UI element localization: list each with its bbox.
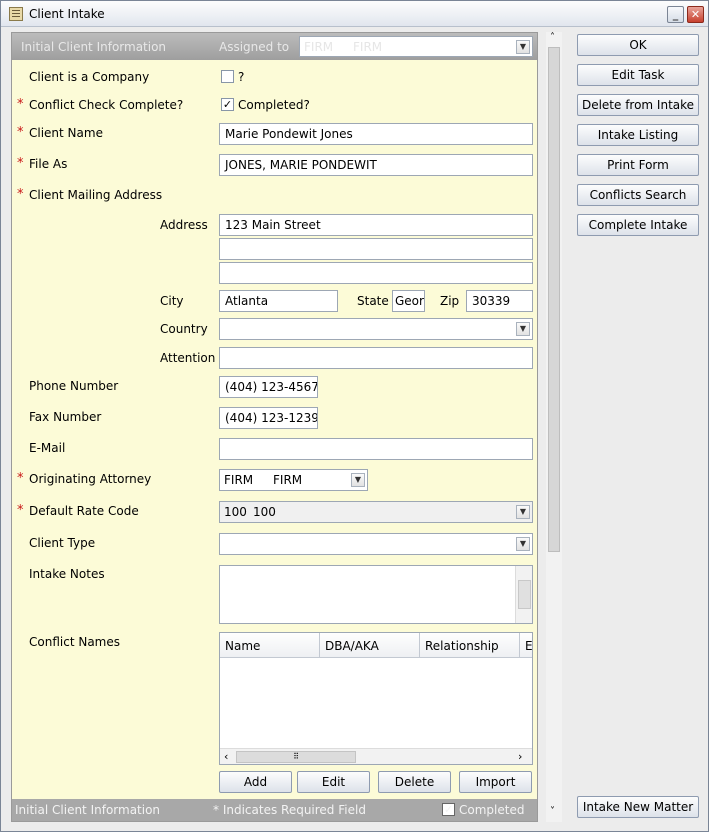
required-field-note: * Indicates Required Field — [213, 803, 366, 817]
state-input[interactable]: Geor — [392, 290, 425, 312]
edit-task-button[interactable]: Edit Task — [577, 64, 699, 86]
close-button[interactable]: ✕ — [687, 6, 704, 23]
required-mark: * — [17, 97, 24, 112]
client-type-select[interactable]: ▼ — [219, 533, 533, 555]
client-is-company-checkbox[interactable] — [221, 70, 234, 83]
intake-form-panel: Initial Client Information Assigned to F… — [11, 32, 538, 822]
email-label: E-Mail — [29, 441, 66, 455]
city-label: City — [160, 294, 184, 308]
footer-completed-checkbox[interactable]: ✓ — [442, 803, 455, 816]
scroll-right-icon[interactable]: › — [518, 750, 522, 763]
attention-label: Attention — [160, 351, 216, 365]
hscroll-thumb[interactable]: ⠿ — [236, 751, 356, 763]
chevron-down-icon: ▼ — [516, 40, 530, 54]
required-mark: * — [17, 187, 24, 202]
conflict-table-hscrollbar[interactable]: ‹ ⠿ › — [220, 748, 532, 764]
required-mark: * — [17, 156, 24, 171]
column-header-dba-aka[interactable]: DBA/AKA — [320, 633, 420, 658]
client-name-input[interactable]: Marie Pondewit Jones — [219, 123, 533, 145]
zip-input[interactable]: 30339 — [466, 290, 533, 312]
file-as-input[interactable]: JONES, MARIE PONDEWIT — [219, 154, 533, 176]
scroll-down-icon[interactable]: ˅ — [550, 806, 555, 817]
client-name-label: Client Name — [29, 126, 103, 140]
scroll-up-icon[interactable]: ˄ — [550, 32, 555, 43]
fax-label: Fax Number — [29, 410, 102, 424]
column-header-name[interactable]: Name — [220, 633, 320, 658]
rate-code-select[interactable]: 100 100 ▼ — [219, 501, 533, 523]
conflict-check-checkbox[interactable]: ✓ — [221, 98, 234, 111]
intake-notes-label: Intake Notes — [29, 567, 105, 581]
file-as-label: File As — [29, 157, 68, 171]
zip-label: Zip — [440, 294, 460, 308]
client-is-company-label: Client is a Company — [29, 70, 150, 84]
client-is-company-question: ? — [238, 70, 245, 84]
footer-title: Initial Client Information — [15, 803, 161, 817]
conflicts-search-button[interactable]: Conflicts Search — [577, 184, 699, 206]
address-line3-input[interactable] — [219, 262, 533, 284]
panel-header: Initial Client Information Assigned to F… — [12, 33, 537, 60]
assigned-to-label: Assigned to — [219, 40, 290, 54]
print-form-button[interactable]: Print Form — [577, 154, 699, 176]
mailing-address-label: Client Mailing Address — [29, 188, 163, 202]
conflict-check-text: Completed? — [238, 98, 310, 112]
fax-input[interactable]: (404) 123-1239 — [219, 407, 318, 429]
client-intake-window: Client Intake _ ✕ Initial Client Informa… — [0, 0, 709, 832]
title-bar[interactable]: Client Intake _ ✕ — [1, 1, 708, 27]
required-mark: * — [17, 125, 24, 140]
state-label: State — [357, 294, 389, 308]
intake-listing-button[interactable]: Intake Listing — [577, 124, 699, 146]
form-vertical-scrollbar[interactable]: ˄ ˅ — [546, 32, 562, 822]
address-label: Address — [160, 218, 208, 232]
required-mark: * — [17, 471, 24, 486]
delete-from-intake-button[interactable]: Delete from Intake — [577, 94, 699, 116]
panel-footer: Initial Client Information * Indicates R… — [12, 799, 537, 821]
address-line1-input[interactable]: 123 Main Street — [219, 214, 533, 236]
address-line2-input[interactable] — [219, 238, 533, 260]
phone-label: Phone Number — [29, 379, 119, 393]
column-header-relationship[interactable]: Relationship — [420, 633, 520, 658]
add-conflict-button[interactable]: Add — [219, 771, 292, 793]
chevron-down-icon: ▼ — [516, 537, 530, 551]
conflict-names-table[interactable]: Name DBA/AKA Relationship E ‹ ⠿ › — [219, 632, 533, 765]
originating-attorney-label: Originating Attorney — [29, 472, 152, 486]
complete-intake-button[interactable]: Complete Intake — [577, 214, 699, 236]
conflict-check-label: Conflict Check Complete? — [29, 98, 184, 112]
panel-header-title: Initial Client Information — [21, 40, 167, 54]
intake-new-matter-button[interactable]: Intake New Matter — [577, 796, 699, 818]
intake-notes-textarea[interactable] — [219, 565, 533, 624]
delete-conflict-button[interactable]: Delete — [378, 771, 451, 793]
email-input[interactable] — [219, 438, 533, 460]
phone-input[interactable]: (404) 123-4567 — [219, 376, 318, 398]
attention-input[interactable] — [219, 347, 533, 369]
city-input[interactable]: Atlanta — [219, 290, 338, 312]
originating-attorney-select[interactable]: FIRM FIRM ▼ — [219, 469, 368, 491]
chevron-down-icon: ▼ — [351, 473, 365, 487]
notes-scrollbar[interactable] — [515, 566, 532, 623]
ok-button[interactable]: OK — [577, 34, 699, 56]
notes-scroll-thumb[interactable] — [518, 580, 531, 609]
chevron-down-icon: ▼ — [516, 322, 530, 336]
country-label: Country — [160, 322, 208, 336]
conflict-names-label: Conflict Names — [29, 635, 120, 649]
client-type-label: Client Type — [29, 536, 96, 550]
edit-conflict-button[interactable]: Edit — [297, 771, 370, 793]
form-icon — [9, 7, 23, 21]
country-select[interactable]: ▼ — [219, 318, 533, 340]
assigned-to-select[interactable]: FIRM FIRM ▼ — [299, 36, 533, 57]
footer-completed-label: Completed — [459, 803, 525, 817]
window-title: Client Intake — [29, 7, 105, 21]
vscroll-thumb[interactable] — [548, 47, 560, 552]
required-mark: * — [17, 503, 24, 518]
minimize-button[interactable]: _ — [667, 6, 684, 23]
scroll-left-icon[interactable]: ‹ — [224, 750, 228, 763]
chevron-down-icon: ▼ — [516, 505, 530, 519]
rate-code-label: Default Rate Code — [29, 504, 139, 518]
column-header-e[interactable]: E — [520, 633, 532, 658]
import-conflict-button[interactable]: Import — [459, 771, 532, 793]
